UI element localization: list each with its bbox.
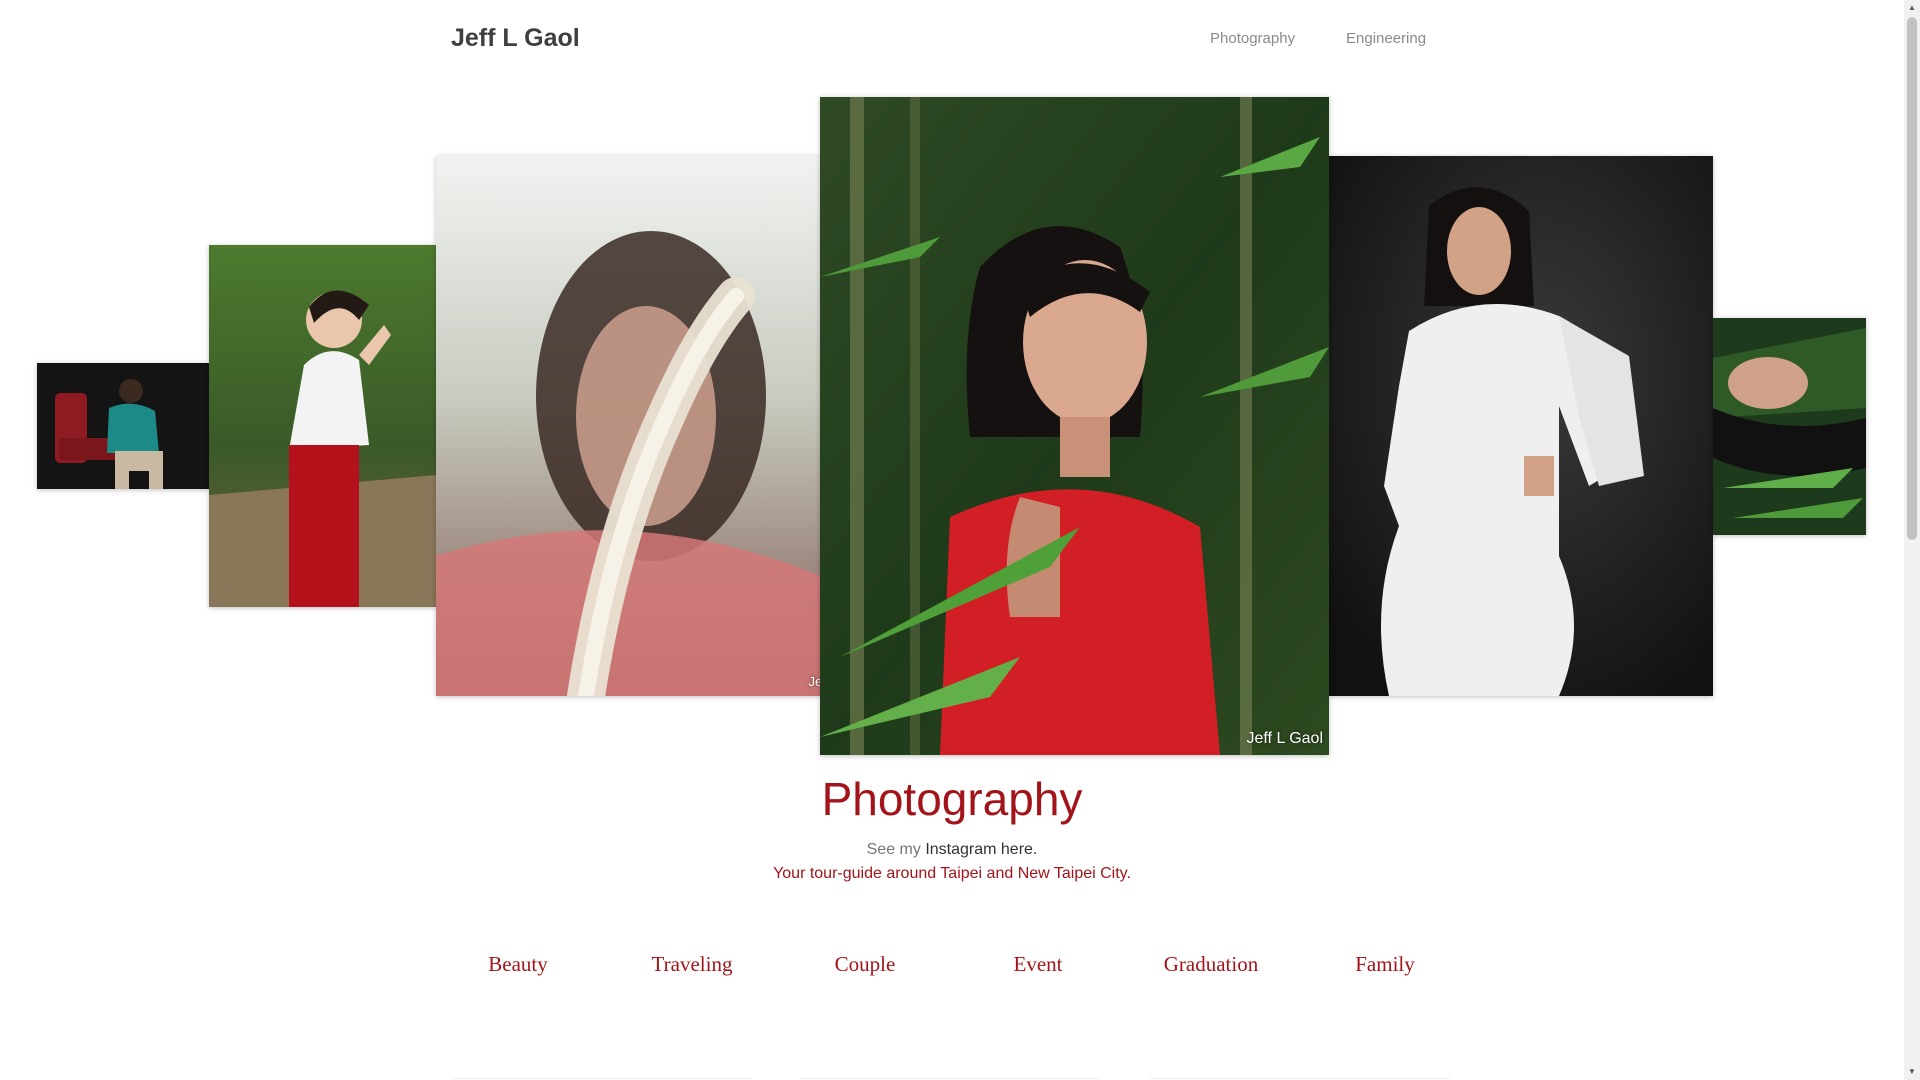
- vertical-scrollbar[interactable]: ▲ ▼: [1904, 0, 1920, 1080]
- card-top-edge: [800, 1078, 1100, 1079]
- carousel-slide-bamboo-portrait[interactable]: Jeff L Gaol: [820, 97, 1329, 755]
- photo-lying-portrait: [1713, 318, 1866, 535]
- category-graduation[interactable]: Graduation: [1151, 952, 1271, 977]
- category-couple[interactable]: Couple: [805, 952, 925, 977]
- site-logo[interactable]: Jeff L Gaol: [451, 24, 580, 53]
- photo-pampas-grass: [436, 156, 820, 696]
- photo-watermark: Jeff L Gaol: [1246, 730, 1324, 747]
- carousel-slide-lying-portrait[interactable]: [1713, 318, 1866, 535]
- nav-photography[interactable]: Photography: [1210, 30, 1295, 47]
- scroll-up-icon[interactable]: ▲: [1904, 0, 1920, 16]
- nav-engineering[interactable]: Engineering: [1346, 30, 1426, 47]
- instagram-prefix: See my: [866, 841, 926, 858]
- section-title: Photography: [0, 772, 1904, 826]
- page: Jeff L Gaol Photography Engineering Je J…: [0, 0, 1904, 1080]
- scrollbar-thumb[interactable]: [1907, 17, 1917, 540]
- scroll-down-icon[interactable]: ▼: [1904, 1064, 1920, 1080]
- category-family[interactable]: Family: [1325, 952, 1445, 977]
- photo-white-dress: [1329, 156, 1713, 696]
- carousel-slide-bamboo-path[interactable]: [209, 245, 436, 607]
- card-top-edge: [452, 1078, 752, 1079]
- instagram-link[interactable]: Instagram here.: [925, 841, 1037, 858]
- card-top-edge: [1150, 1078, 1450, 1079]
- section-title-text: Photography: [821, 773, 1083, 825]
- photo-bamboo-portrait: [820, 97, 1329, 755]
- carousel-slide-white-dress[interactable]: [1329, 156, 1713, 696]
- photo-watermark: Jeff L: [808, 674, 820, 689]
- carousel-slide-man-red-chair[interactable]: [37, 363, 209, 489]
- tagline: Your tour-guide around Taipei and New Ta…: [773, 865, 1131, 882]
- photo-bamboo-path: [209, 245, 436, 607]
- category-beauty[interactable]: Beauty: [458, 952, 578, 977]
- instagram-line: See my Instagram here.: [0, 841, 1904, 859]
- category-event[interactable]: Event: [978, 952, 1098, 977]
- category-traveling[interactable]: Traveling: [632, 952, 752, 977]
- carousel-slide-pampas-grass[interactable]: Jeff L: [436, 156, 820, 696]
- photo-man-red-chair: [37, 363, 209, 489]
